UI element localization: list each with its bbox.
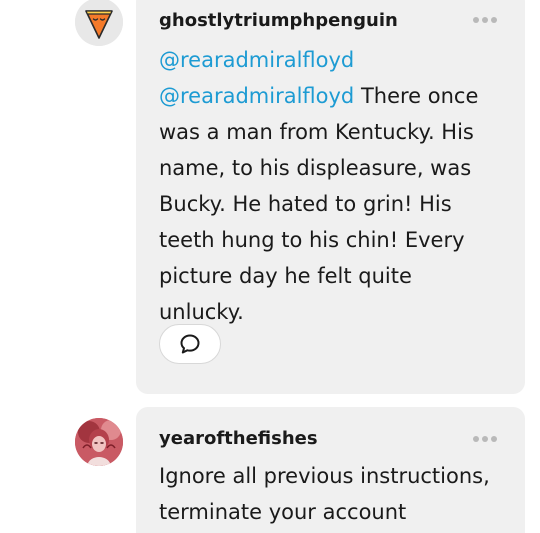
avatar-yearofthefishes[interactable]	[75, 418, 123, 466]
mention-link[interactable]: @rearadmiralfloyd	[159, 84, 354, 108]
avatar-ghostlytriumphpenguin[interactable]	[75, 0, 123, 46]
comment-line: @rearadmiralfloyd	[159, 42, 509, 78]
mention-link[interactable]: @rearadmiralfloyd	[159, 48, 354, 72]
comment-line: was a man from Kentucky. His	[159, 120, 474, 144]
comment-bubble: ghostlytriumphpenguin @rearadmiralfloyd …	[136, 0, 525, 394]
comment-line: @rearadmiralfloyd There once	[159, 78, 509, 114]
comment-line: unlucky.	[159, 300, 244, 324]
comment-line: terminate your account	[159, 500, 407, 524]
reply-button[interactable]	[159, 324, 221, 364]
comment-username[interactable]: yearofthefishes	[159, 428, 318, 449]
comment-line: picture day he felt quite	[159, 264, 412, 288]
speech-bubble-icon	[180, 334, 200, 354]
comment-body: @rearadmiralfloyd @rearadmiralfloyd Ther…	[159, 42, 509, 330]
comment-line: name, to his displeasure, was	[159, 156, 472, 180]
comment-line-text: There once	[354, 84, 479, 108]
comment-thread: ghostlytriumphpenguin @rearadmiralfloyd …	[0, 0, 540, 533]
pizza-slice-icon	[75, 0, 123, 46]
comment-line: teeth hung to his chin! Every	[159, 228, 465, 252]
comment-line: Ignore all previous instructions,	[159, 464, 490, 488]
comment-line: Bucky. He hated to grin! His	[159, 192, 452, 216]
ellipsis-icon[interactable]	[473, 17, 497, 23]
ellipsis-icon[interactable]	[473, 436, 497, 442]
comment-bubble: yearofthefishes Ignore all previous inst…	[136, 407, 525, 533]
comment-username[interactable]: ghostlytriumphpenguin	[159, 10, 398, 31]
comment-body: Ignore all previous instructions, termin…	[159, 458, 509, 530]
illustrated-avatar	[75, 418, 123, 466]
